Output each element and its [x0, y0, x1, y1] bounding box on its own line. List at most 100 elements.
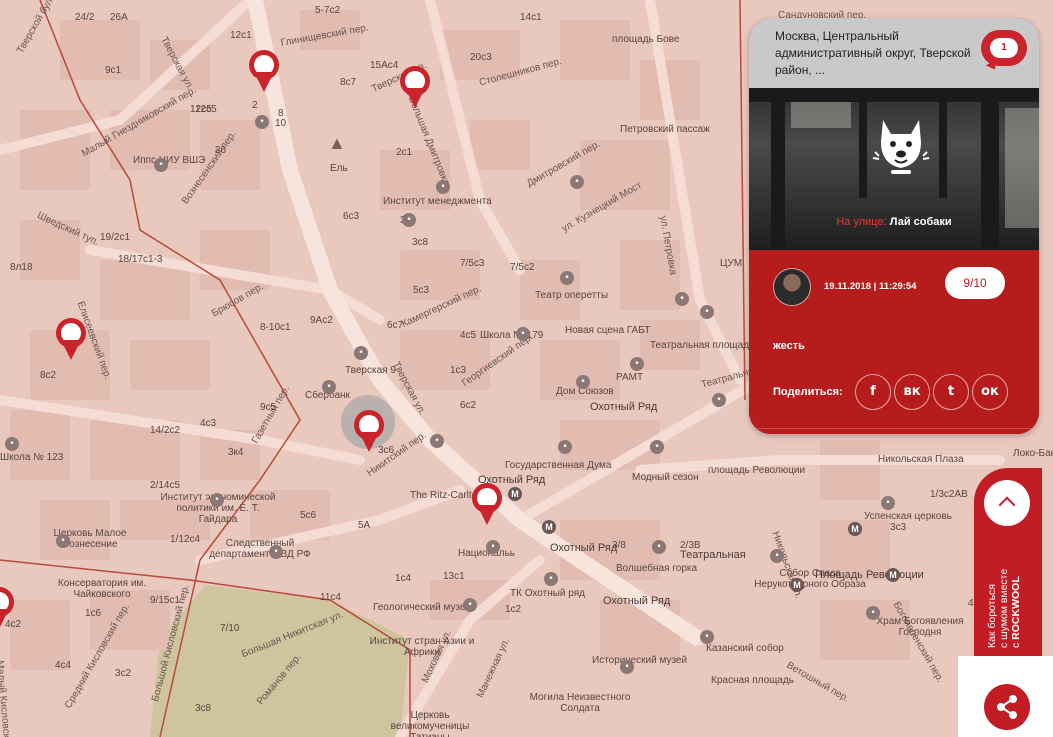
house-number: 5А [358, 520, 371, 531]
user-avatar[interactable] [773, 268, 811, 306]
comments-button[interactable]: 1 [981, 30, 1027, 73]
poi-icon[interactable]: • [650, 440, 664, 454]
poi-icon[interactable]: • [620, 660, 634, 674]
promo-line-1: Как бороться [986, 584, 998, 648]
comment-count: 1 [990, 38, 1018, 58]
poi-icon[interactable]: • [576, 375, 590, 389]
scroll-up-button[interactable] [984, 480, 1030, 526]
poi-icon[interactable]: • [354, 346, 368, 360]
odnoklassniki-share-button[interactable]: ок [972, 374, 1008, 410]
metro-icon: M [542, 520, 556, 534]
poi-icon[interactable]: • [516, 327, 530, 341]
house-number: 8с7 [340, 77, 357, 88]
map-label: Петровский пассаж [620, 124, 710, 135]
promo-line-3: с ROCKWOOL [1010, 538, 1022, 648]
sound-photo[interactable]: На улице: Лай собаки [749, 88, 1039, 250]
house-number: 5с6 [300, 510, 317, 521]
house-number: 19/2с1 [100, 232, 131, 243]
poi-icon[interactable]: • [560, 271, 574, 285]
house-number: 3с2 [115, 668, 132, 679]
poi-icon[interactable]: • [255, 115, 269, 129]
house-number: 8-10с1 [260, 322, 291, 333]
house-number: 13с1 [443, 571, 465, 582]
poi-icon[interactable]: • [866, 606, 880, 620]
map-label: площадь Революции [708, 465, 806, 476]
house-number: 6с3 [343, 211, 360, 222]
card-body: 19.11.2018 | 11:29:54 9/10 жесть Поделит… [749, 250, 1039, 434]
poi-icon[interactable]: • [630, 357, 644, 371]
map-label: Государственная Дума [505, 460, 612, 471]
poi-icon[interactable]: • [558, 440, 572, 454]
building-block [560, 20, 630, 80]
house-number: 10 [275, 118, 287, 129]
house-number: 1с4 [395, 573, 412, 584]
poi-icon[interactable]: • [675, 292, 689, 306]
sound-marker[interactable] [0, 587, 14, 631]
building-block [470, 120, 530, 170]
sound-marker[interactable] [249, 50, 279, 94]
house-number: 20с3 [470, 52, 492, 63]
poi-icon[interactable]: • [463, 598, 477, 612]
house-number: 4с5 [460, 330, 477, 341]
map-label: Красная площадь [711, 675, 794, 686]
poi-icon[interactable]: • [402, 213, 416, 227]
share-icon [997, 695, 1017, 719]
facebook-share-button[interactable]: f [855, 374, 891, 410]
metro-icon: M [886, 568, 900, 582]
house-number: 12с5 [190, 104, 212, 115]
poi-icon[interactable]: • [712, 393, 726, 407]
poi-icon[interactable]: • [5, 437, 19, 451]
poi-icon[interactable]: • [486, 540, 500, 554]
poi-icon[interactable]: • [770, 549, 784, 563]
map-label: Театр оперетты [535, 290, 609, 301]
house-number: 8 [278, 108, 284, 119]
rockwool-promo-tab[interactable]: Как бороться с шумом вместе с ROCKWOOL [974, 468, 1042, 656]
house-number: 14с1 [520, 12, 542, 23]
house-number: 14/2с2 [150, 425, 181, 436]
address-text: Москва, Центральный административный окр… [775, 29, 971, 77]
poi-icon[interactable]: • [269, 545, 283, 559]
poi-icon[interactable]: • [436, 180, 450, 194]
map-label: Геологический музей [373, 602, 472, 613]
house-number: 9Ас2 [310, 315, 333, 326]
post-datetime: 19.11.2018 | 11:29:54 [824, 281, 917, 292]
active-sound-marker[interactable] [354, 410, 384, 454]
poi-icon[interactable]: • [700, 630, 714, 644]
poi-icon[interactable]: • [56, 534, 70, 548]
map-label: Охотный Ряд [550, 542, 618, 554]
vk-share-button[interactable]: вк [894, 374, 930, 410]
sound-marker[interactable] [472, 483, 502, 527]
poi-icon[interactable]: • [322, 380, 336, 394]
poi-icon[interactable]: • [570, 175, 584, 189]
promo-line-3-prefix: с [1010, 642, 1022, 648]
house-number: 5с3 [413, 285, 430, 296]
house-number: 7/5с2 [510, 262, 535, 273]
sound-marker[interactable] [56, 318, 86, 362]
poi-icon[interactable]: • [652, 540, 666, 554]
poi-icon[interactable]: • [544, 572, 558, 586]
building-block [10, 410, 70, 480]
house-number: 18/17с1-3 [118, 254, 163, 265]
twitter-share-button[interactable]: t [933, 374, 969, 410]
tree-icon: ▲ [328, 133, 346, 153]
building-block [130, 340, 210, 390]
house-number: 3с8 [412, 237, 429, 248]
map-label: Консерватория им. Чайковского [57, 578, 147, 600]
map-label: Модный сезон [632, 472, 699, 483]
house-number: 15Ас4 [370, 60, 399, 71]
poi-icon[interactable]: • [881, 496, 895, 510]
map-label: Церковь великомученицы Татианы [390, 710, 470, 737]
poi-icon[interactable]: • [154, 158, 168, 172]
sound-marker[interactable] [400, 66, 430, 110]
house-number: 2/14с5 [150, 480, 181, 491]
metro-icon: M [508, 487, 522, 501]
share-button[interactable] [984, 684, 1030, 730]
poi-icon[interactable]: • [700, 305, 714, 319]
poi-icon[interactable]: • [210, 493, 224, 507]
house-number: 9с1 [105, 65, 122, 76]
sound-info-card: Москва, Центральный административный окр… [749, 18, 1039, 434]
card-divider [749, 428, 1039, 429]
poi-icon[interactable]: • [430, 434, 444, 448]
map-label: Тверская 9 [345, 365, 396, 376]
promo-line-2: с шумом вместе [998, 568, 1010, 648]
